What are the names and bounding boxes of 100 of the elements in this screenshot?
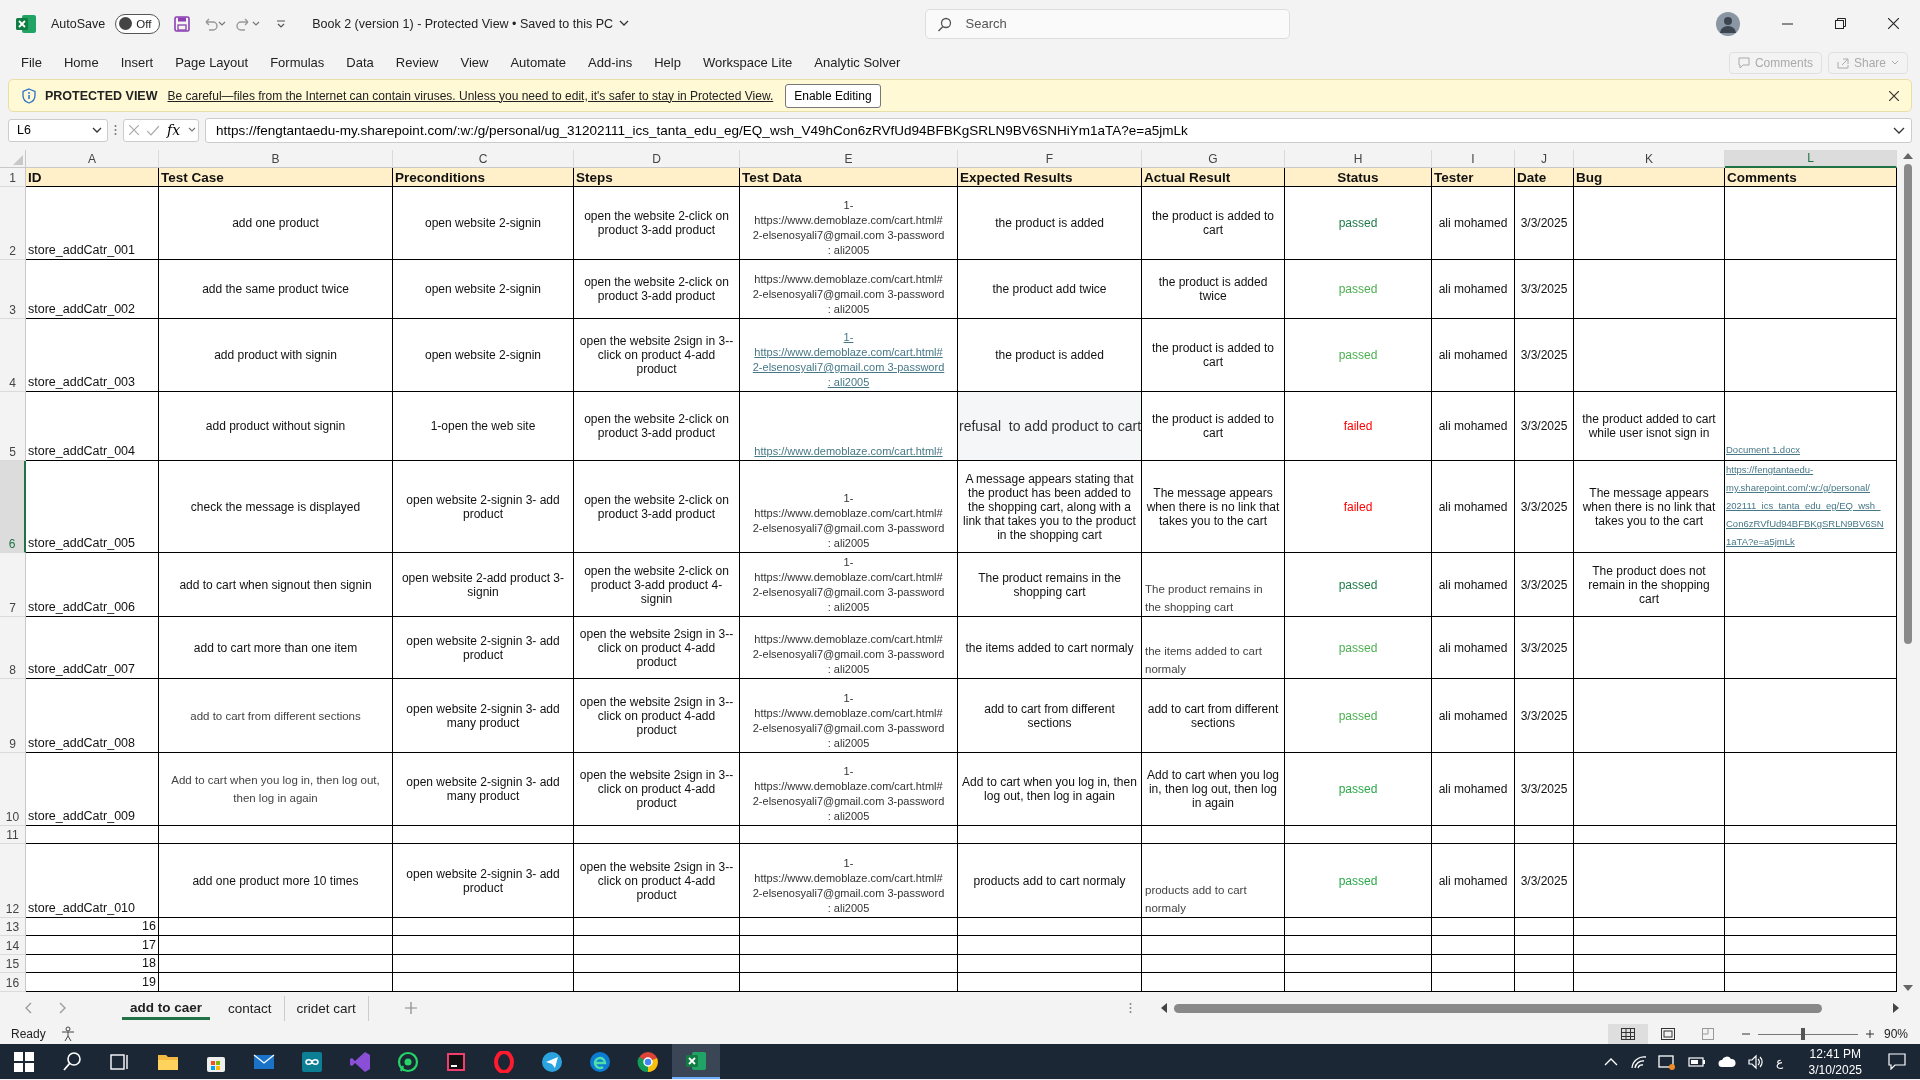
column-header[interactable]: L <box>1725 150 1897 168</box>
column-header[interactable]: K <box>1574 150 1725 168</box>
row-header[interactable]: 16 <box>0 973 26 992</box>
row-header[interactable]: 1 <box>0 168 26 187</box>
wifi-icon[interactable] <box>1629 1053 1646 1070</box>
row-header[interactable]: 4 <box>0 319 26 392</box>
table-cell: ali mohamed <box>1432 679 1515 753</box>
formula-text: https://fengtantaedu-my.sharepoint.com/:w:/g/personal/ug_31202111_ics_tanta_edu_eg/EQ_wsh_V49hCon6zRVfUd94BFBKgSRLN9BV6SNHiYm1aTA?e=a5jmLk <box>216 122 1188 138</box>
restore-icon[interactable] <box>1835 18 1846 29</box>
formula-field[interactable]: https://fengtantaedu-my.sharepoint.com/:w:/g/personal/ug_31202111_ics_tanta_edu_eg/EQ_wsh_V49hCon6zRVfUd94BFBKgSRLN9BV6SNHiYm1aTA?e=a5jmLk <box>205 117 1912 143</box>
scroll-up-icon[interactable] <box>1903 152 1913 160</box>
close-icon[interactable] <box>1889 90 1899 101</box>
normal-view-button[interactable] <box>1607 1024 1648 1044</box>
table-cell: open website 2-signin 3- add many product <box>393 679 574 753</box>
row-header[interactable]: 15 <box>0 955 26 973</box>
column-header[interactable]: D <box>574 150 740 168</box>
link[interactable]: https://www.demoblaze.com/cart.html# <box>754 444 943 459</box>
menu-tab[interactable]: Data <box>337 51 383 74</box>
row-header[interactable]: 6 <box>0 461 26 553</box>
menu-tab[interactable]: Analytic Solver <box>805 51 910 74</box>
column-header[interactable]: B <box>159 150 393 168</box>
column-header[interactable]: J <box>1515 150 1574 168</box>
table-cell: ali mohamed <box>1432 844 1515 918</box>
enable-editing-button[interactable]: Enable Editing <box>785 83 881 108</box>
zoom-slider-thumb[interactable] <box>1800 1027 1805 1040</box>
link[interactable]: 1- https://www.demoblaze.com/cart.html# 2-elsenosyali7@gmail.com 3-password : ali2005 <box>752 330 945 390</box>
row-header[interactable]: 7 <box>0 553 26 617</box>
menu-tab[interactable]: View <box>451 51 498 74</box>
row-header[interactable]: 13 <box>0 918 26 936</box>
column-header[interactable]: C <box>393 150 574 168</box>
caret-icon[interactable] <box>218 20 227 27</box>
sheet-tab[interactable]: contact <box>216 995 285 1021</box>
menu-tab[interactable]: File <box>12 51 51 74</box>
menu-tab[interactable]: Home <box>54 51 108 74</box>
customize-icon[interactable] <box>276 19 287 28</box>
insert-function-button[interactable]: fx <box>167 122 181 138</box>
column-header[interactable]: A <box>26 150 159 168</box>
autosave-toggle[interactable]: Off <box>115 13 161 34</box>
name-box[interactable]: L6 <box>8 118 108 142</box>
caret-icon[interactable] <box>188 127 197 133</box>
next-sheet-icon[interactable] <box>58 1002 66 1014</box>
chevron-down-icon[interactable] <box>619 20 630 27</box>
empty-cell <box>1515 918 1574 936</box>
expand-icon[interactable] <box>1893 125 1905 135</box>
link[interactable]: https://fengtantaedu- my.sharepoint.com/:w:/g/personal/ 202111_ics_tanta_edu_eg/EQ_wsh_ Con6zRVfUd94BFBKgSRLN9BV6SN 1aTA?e=a5jmLk <box>1726 461 1884 551</box>
scrollbar-thumb[interactable] <box>1904 164 1912 644</box>
column-header[interactable]: G <box>1142 150 1285 168</box>
spreadsheet-button[interactable] <box>672 1044 720 1079</box>
avatar-icon[interactable] <box>1716 11 1740 36</box>
zoom-out-icon[interactable] <box>1741 1030 1750 1038</box>
caret-icon[interactable] <box>252 20 261 27</box>
menu-tab[interactable]: Insert <box>111 51 163 74</box>
row-header[interactable]: 8 <box>0 617 26 679</box>
menu-tab[interactable]: Workspace Lite <box>693 51 802 74</box>
menu-tab[interactable]: Automate <box>501 51 576 74</box>
column-heading: Preconditions <box>393 168 574 187</box>
table-cell: open website 2-signin 3- add product <box>393 461 574 553</box>
zoom-in-icon[interactable] <box>1865 1030 1874 1038</box>
link[interactable]: Document 1.docx <box>1726 441 1800 459</box>
table-cell: add to cart from different sections <box>159 679 393 753</box>
menu-tab[interactable]: Help <box>645 51 690 74</box>
accessibility-icon[interactable] <box>59 1026 76 1042</box>
row-header[interactable]: 9 <box>0 679 26 753</box>
menu-tab[interactable]: Formulas <box>261 51 334 74</box>
zoom-level[interactable]: 90% <box>1883 1027 1908 1041</box>
scroll-down-icon[interactable] <box>1903 984 1913 992</box>
row-header[interactable]: 2 <box>0 187 26 260</box>
sheet-tab[interactable]: cridet cart <box>284 995 369 1021</box>
search-field[interactable]: Search <box>924 8 1290 39</box>
table-cell: add one product more 10 times <box>159 844 393 918</box>
scroll-left-icon[interactable] <box>1160 1003 1168 1013</box>
check-icon[interactable] <box>147 124 159 136</box>
language-indicator[interactable]: ع <box>1775 1054 1783 1069</box>
column-header[interactable]: H <box>1285 150 1432 168</box>
table-cell: Add to cart when you log in, then log out, then log in again <box>159 753 393 826</box>
previous-sheet-icon[interactable] <box>25 1002 33 1014</box>
row-header[interactable]: 12 <box>0 844 26 918</box>
row-header[interactable]: 3 <box>0 260 26 319</box>
column-header[interactable]: E <box>740 150 958 168</box>
save-icon[interactable] <box>174 15 191 32</box>
network-icon[interactable] <box>1657 1053 1676 1070</box>
row-header[interactable]: 14 <box>0 936 26 955</box>
row-header[interactable]: 5 <box>0 392 26 461</box>
row-header[interactable]: 11 <box>0 826 26 844</box>
menu-tab[interactable]: Page Layout <box>166 51 258 74</box>
column-header[interactable]: F <box>958 150 1142 168</box>
speaker-icon[interactable] <box>1747 1053 1764 1070</box>
menu-tab[interactable]: Add-ins <box>579 51 642 74</box>
chevron-up-icon[interactable] <box>1603 1057 1618 1066</box>
column-header[interactable]: I <box>1432 150 1515 168</box>
table-cell: add to cart when signout then signin <box>159 553 393 617</box>
close-icon[interactable] <box>1888 18 1899 29</box>
table-cell: the items added to cart normaly <box>1142 617 1285 679</box>
scroll-right-icon[interactable] <box>1892 1003 1900 1013</box>
clock[interactable]: 12:41 PM 3/10/2025 <box>1808 1045 1862 1078</box>
menu-tab[interactable]: Review <box>386 51 448 74</box>
notification-icon[interactable] <box>1888 1053 1906 1070</box>
warning-message[interactable]: Be careful—files from the Internet can contain viruses. Unless you need to edit, it's safer to stay in Protected View. <box>167 88 774 103</box>
row-header[interactable]: 10 <box>0 753 26 826</box>
sheet-tab[interactable]: add to caer <box>122 996 211 1020</box>
